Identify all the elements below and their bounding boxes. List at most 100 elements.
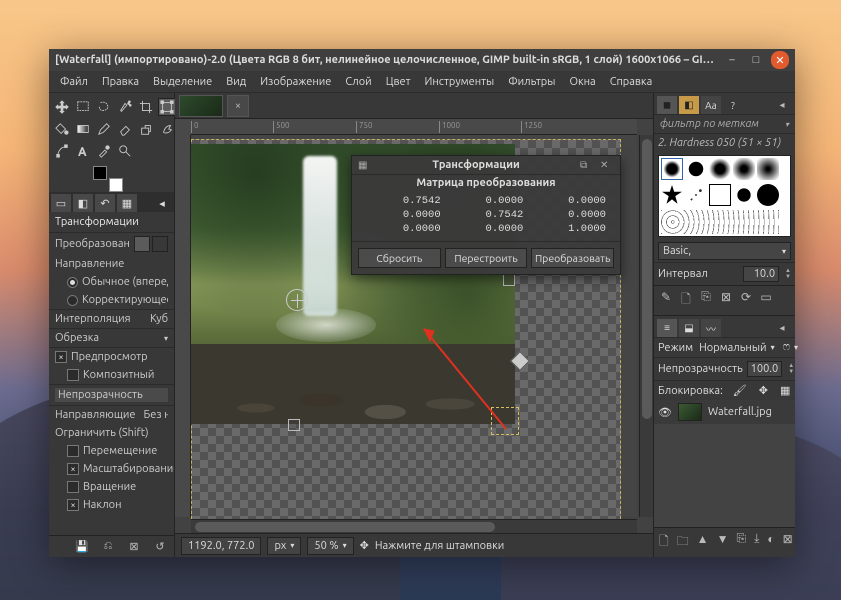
layer-thumbnail[interactable] bbox=[678, 403, 702, 421]
canvas[interactable]: ▦ Трансформации ⧉ ✕ Матрица преобразован… bbox=[191, 135, 637, 517]
tool-unified-transform[interactable] bbox=[158, 98, 176, 116]
tag-filter-field[interactable]: фильтр по меткам▾ bbox=[654, 114, 795, 133]
restore-preset-icon[interactable]: ⎌ bbox=[100, 540, 116, 553]
image-tab-close[interactable]: × bbox=[227, 95, 249, 117]
tool-eraser[interactable] bbox=[116, 120, 134, 138]
bg-color-swatch[interactable] bbox=[109, 178, 123, 192]
menu-view[interactable]: Вид bbox=[219, 73, 253, 91]
menu-colors[interactable]: Цвет bbox=[379, 73, 418, 91]
tab-layers[interactable]: ≡ bbox=[657, 319, 677, 337]
reset-preset-icon[interactable]: ↺ bbox=[152, 540, 168, 553]
tool-color-picker[interactable] bbox=[95, 142, 113, 160]
transform-target-layer[interactable] bbox=[134, 236, 150, 252]
delete-brush-icon[interactable]: ⊠ bbox=[719, 290, 733, 311]
tab-fonts[interactable]: Aa bbox=[701, 96, 721, 114]
lock-pixels-icon[interactable]: 🖌 bbox=[733, 384, 747, 397]
visibility-icon[interactable]: 👁 bbox=[658, 406, 672, 419]
refresh-brush-icon[interactable]: ⟳ bbox=[739, 290, 753, 311]
transform-dialog[interactable]: ▦ Трансформации ⧉ ✕ Матрица преобразован… bbox=[351, 155, 621, 275]
tool-gradient[interactable] bbox=[74, 120, 92, 138]
menu-filters[interactable]: Фильтры bbox=[501, 73, 562, 91]
menu-help[interactable]: Справка bbox=[603, 73, 660, 91]
tool-move[interactable] bbox=[53, 98, 71, 116]
brush-grid[interactable] bbox=[658, 155, 791, 237]
interpolation-row[interactable]: ИнтерполяцияКуб bbox=[49, 309, 174, 328]
ruler-origin[interactable] bbox=[175, 119, 191, 135]
mask-icon[interactable]: ◐ bbox=[767, 532, 774, 553]
tab-tool-options[interactable]: ▭ bbox=[51, 194, 71, 212]
scrollbar-vertical[interactable] bbox=[639, 135, 653, 517]
lock-position-icon[interactable]: ✥ bbox=[759, 384, 768, 397]
delete-layer-icon[interactable]: ⊠ bbox=[783, 532, 793, 553]
lock-alpha-icon[interactable]: ▦ bbox=[780, 384, 790, 397]
tool-path[interactable] bbox=[53, 142, 71, 160]
tab-patterns[interactable]: ◧ bbox=[679, 96, 699, 114]
tool-free-select[interactable] bbox=[95, 98, 113, 116]
scrollbar-horizontal[interactable] bbox=[191, 519, 637, 533]
units-dropdown[interactable]: px▾ bbox=[267, 537, 301, 555]
composite-row[interactable]: Композитный bbox=[49, 366, 174, 384]
direction-corrective-row[interactable]: Корректирующее (наз bbox=[49, 291, 174, 309]
guides-row[interactable]: НаправляющиеБез напра bbox=[49, 405, 174, 424]
maximize-button[interactable]: □ bbox=[747, 52, 765, 68]
tab-device-status[interactable]: ◧ bbox=[73, 194, 93, 212]
ruler-horizontal[interactable]: 0 500 750 1000 1250 bbox=[191, 119, 637, 135]
tab-brushes[interactable]: ◼ bbox=[657, 96, 677, 114]
tab-undo-history[interactable]: ↶ bbox=[95, 194, 115, 212]
duplicate-layer-icon[interactable]: ⎘ bbox=[736, 532, 746, 553]
layer-row[interactable]: 👁 Waterfall.jpg bbox=[654, 400, 795, 424]
new-group-icon[interactable]: 🗀 bbox=[677, 532, 689, 553]
brush-preset-dropdown[interactable]: Basic,▾ bbox=[658, 242, 791, 260]
menu-select[interactable]: Выделение bbox=[146, 73, 219, 91]
tool-bucket-fill[interactable] bbox=[53, 120, 71, 138]
blend-mode-row[interactable]: Режим Нормальный ▾ ෆ▾ bbox=[654, 337, 795, 357]
open-as-image-icon[interactable]: ▭ bbox=[759, 290, 773, 311]
panel-menu-icon[interactable]: ◂ bbox=[772, 96, 792, 114]
lower-layer-icon[interactable]: ▼ bbox=[717, 532, 729, 553]
new-layer-icon[interactable]: 🗋 bbox=[659, 532, 669, 553]
reset-button[interactable]: Сбросить bbox=[358, 248, 441, 268]
tab-channels[interactable]: ⬓ bbox=[679, 319, 699, 337]
transform-target-selection[interactable] bbox=[152, 236, 168, 252]
tool-fuzzy-select[interactable] bbox=[116, 98, 134, 116]
constrain-scale-row[interactable]: ×Масштабирование bbox=[49, 460, 174, 478]
fg-bg-color[interactable] bbox=[93, 166, 123, 192]
zoom-dropdown[interactable]: 50 %▾ bbox=[307, 537, 353, 555]
close-button[interactable]: ✕ bbox=[771, 51, 789, 69]
delete-preset-icon[interactable]: ⊠ bbox=[126, 540, 142, 553]
raise-layer-icon[interactable]: ▲ bbox=[697, 532, 709, 553]
menu-image[interactable]: Изображение bbox=[253, 73, 338, 91]
save-preset-icon[interactable]: 💾 bbox=[74, 540, 90, 553]
panel-menu-icon[interactable]: ◂ bbox=[152, 194, 172, 212]
constrain-shear-row[interactable]: ×Наклон bbox=[49, 496, 174, 514]
new-brush-icon[interactable]: 🗋 bbox=[679, 290, 693, 311]
layer-name[interactable]: Waterfall.jpg bbox=[708, 406, 772, 418]
minimize-button[interactable]: – bbox=[723, 52, 741, 68]
menu-edit[interactable]: Правка bbox=[95, 73, 146, 91]
dialog-detach-icon[interactable]: ⧉ bbox=[580, 159, 594, 171]
image-tab-waterfall[interactable] bbox=[179, 95, 223, 117]
clipping-row[interactable]: Обрезка▾ bbox=[49, 328, 174, 347]
tool-pencil[interactable] bbox=[95, 120, 113, 138]
transform-pivot-handle[interactable] bbox=[286, 289, 308, 311]
tool-clone[interactable] bbox=[137, 120, 155, 138]
panel-menu-icon[interactable]: ◂ bbox=[772, 319, 792, 337]
tab-help-icon[interactable]: ? bbox=[723, 96, 743, 114]
tool-rect-select[interactable] bbox=[74, 98, 92, 116]
menu-file[interactable]: Файл bbox=[53, 73, 95, 91]
duplicate-brush-icon[interactable]: ⎘ bbox=[699, 290, 713, 311]
tab-paths[interactable]: 〰 bbox=[701, 319, 721, 337]
tool-smudge[interactable] bbox=[158, 120, 176, 138]
layer-opacity-row[interactable]: Непрозрачность 100.0 ▲▼ bbox=[654, 357, 795, 380]
merge-down-icon[interactable]: ⤓ bbox=[754, 532, 759, 553]
transform-side-handle[interactable] bbox=[288, 419, 300, 431]
menu-layer[interactable]: Слой bbox=[338, 73, 378, 91]
edit-brush-icon[interactable]: ✎ bbox=[659, 290, 673, 311]
tool-crop[interactable] bbox=[137, 98, 155, 116]
readjust-button[interactable]: Перестроить bbox=[445, 248, 528, 268]
interval-row[interactable]: Интервал 10.0 ▲▼ bbox=[654, 262, 795, 285]
dialog-close-icon[interactable]: ✕ bbox=[600, 159, 614, 171]
tab-images[interactable]: ▦ bbox=[117, 194, 137, 212]
ruler-vertical[interactable] bbox=[175, 135, 191, 517]
menu-tools[interactable]: Инструменты bbox=[417, 73, 501, 91]
